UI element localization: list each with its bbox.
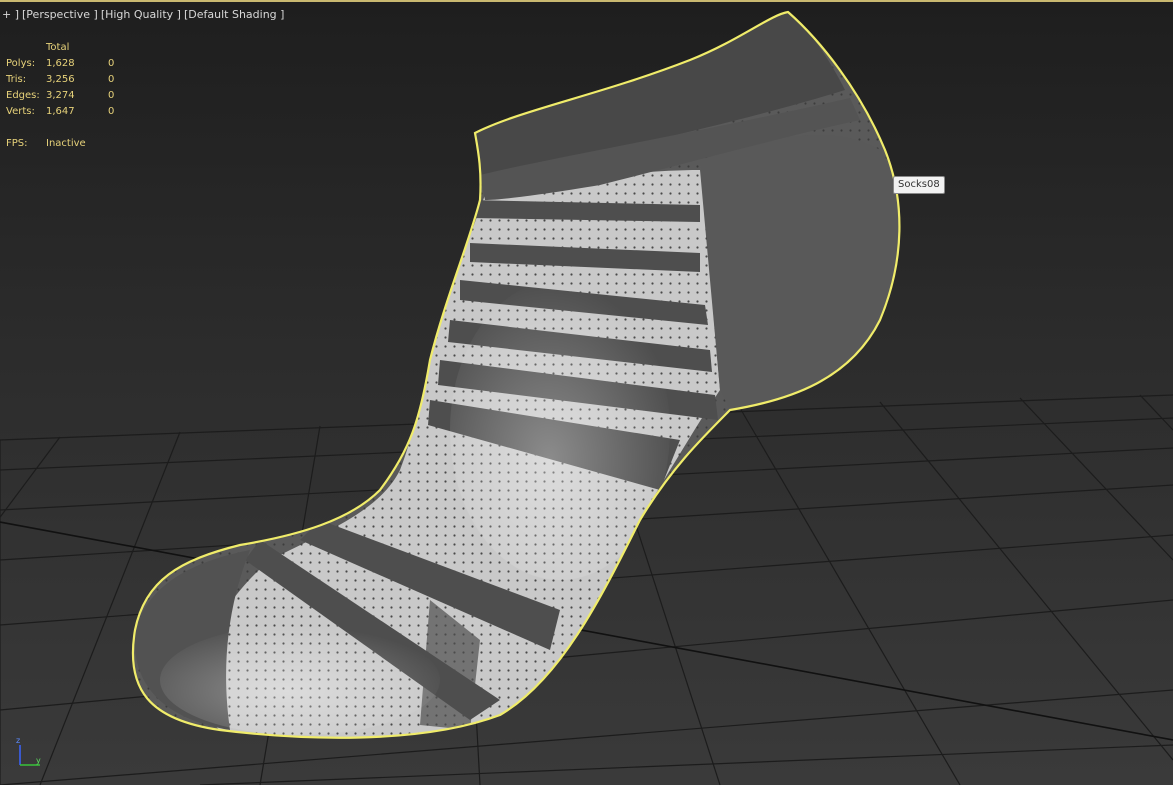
stats-selected: 0 [108, 74, 115, 85]
viewport-general-menu[interactable]: + ] [2, 8, 19, 21]
stats-label: Polys: [6, 58, 36, 69]
stats-selected: 0 [108, 58, 115, 69]
stats-total: 1,647 [46, 106, 75, 117]
stats-label: Edges: [6, 90, 40, 101]
stats-header-total: Total [46, 42, 70, 53]
viewport-label-menu: + ] [Perspective ] [High Quality ] [Default… [2, 8, 287, 21]
sock-model[interactable] [0, 0, 1173, 785]
viewport-point-of-view-menu[interactable]: [Perspective ] [22, 8, 98, 21]
viewport-scene[interactable]: z y [0, 0, 1173, 785]
stats-selected: 0 [108, 90, 115, 101]
stats-selected: 0 [108, 106, 115, 117]
fps-label: FPS: [6, 138, 28, 149]
stats-total: 1,628 [46, 58, 75, 69]
stats-row-tris: Tris: 3,256 0 [6, 72, 148, 88]
fps-value: Inactive [46, 138, 86, 149]
stats-row-fps: FPS: Inactive [6, 136, 148, 152]
viewport-statistics: Total Polys: 1,628 0 Tris: 3,256 0 Edges… [6, 40, 148, 152]
axis-gizmo: z y [16, 736, 41, 766]
stats-row-edges: Edges: 3,274 0 [6, 88, 148, 104]
gizmo-y-label: y [36, 756, 41, 765]
stats-label: Tris: [6, 74, 27, 85]
stats-total: 3,256 [46, 74, 75, 85]
perspective-viewport[interactable]: z y + ] [Perspective ] [High Quality ] [Def… [0, 0, 1173, 785]
stats-total: 3,274 [46, 90, 75, 101]
viewport-quality-menu[interactable]: [High Quality ] [101, 8, 181, 21]
gizmo-z-label: z [16, 736, 20, 745]
object-name-tooltip: Socks08 [893, 176, 945, 194]
stats-row-polys: Polys: 1,628 0 [6, 56, 148, 72]
stats-label: Verts: [6, 106, 35, 117]
stats-row-verts: Verts: 1,647 0 [6, 104, 148, 120]
viewport-shading-menu[interactable]: [Default Shading ] [184, 8, 284, 21]
